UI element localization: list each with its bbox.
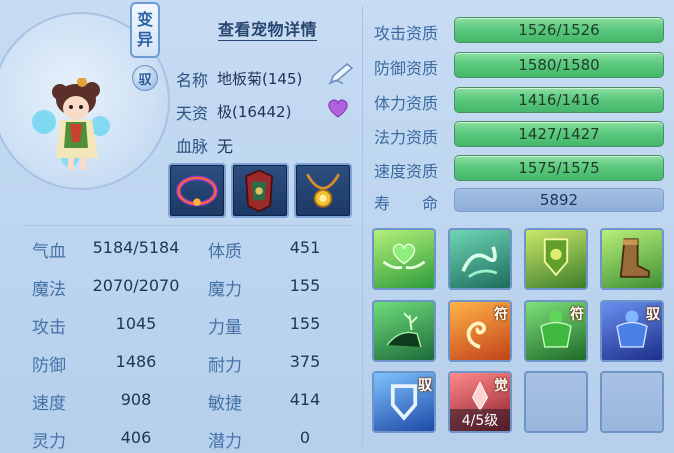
attack-aptitude-bar: 1526/1526 (454, 17, 664, 43)
pet-info-panel: 变 异 驭 查看宠物详情 名称 地板菊(145) 天资 极(16442) 血脉 … (0, 0, 674, 453)
stat-value: 0 (299, 428, 311, 447)
boot-icon (619, 238, 650, 278)
skill-tag: 驭 (418, 378, 432, 394)
view-pet-details-link[interactable]: 查看宠物详情 (218, 16, 318, 41)
skill-slot-1[interactable] (372, 228, 436, 290)
stat-value: 1045 (115, 314, 157, 333)
mutation-badge-char-1: 变 (136, 10, 153, 29)
skill-slot-5[interactable] (372, 300, 436, 362)
life-bar: 5892 (454, 188, 664, 212)
green-wind-icon (461, 246, 498, 278)
stat-label: 气血 (32, 242, 66, 262)
skill-slot-9[interactable]: 驭 (372, 371, 436, 433)
mutation-badge: 变 异 (130, 2, 160, 58)
name-label: 名称 (176, 71, 209, 90)
stat-label: 速度 (32, 394, 66, 414)
stamina-aptitude-bar: 1416/1416 (454, 87, 664, 113)
equipment-slots (168, 163, 352, 218)
heart-icon[interactable] (326, 97, 350, 119)
speed-aptitude-bar: 1575/1575 (454, 155, 664, 181)
stat-value: 375 (289, 352, 321, 371)
armor-icon (245, 169, 274, 213)
stat-value: 1486 (115, 352, 157, 371)
rename-pencil-icon[interactable] (327, 62, 355, 86)
ride-badge: 驭 (132, 65, 158, 91)
collar-icon (176, 175, 218, 207)
life-label: 寿 命 (374, 194, 439, 213)
talent-label: 天资 (176, 104, 209, 123)
empty-skill-slot[interactable] (524, 371, 588, 433)
magic-aptitude-label: 法力资质 (374, 128, 439, 147)
collar-item-slot[interactable] (168, 163, 226, 218)
horizontal-divider (22, 225, 352, 226)
speed-aptitude-label: 速度资质 (374, 162, 439, 181)
skill-tag: 觉 (494, 378, 508, 394)
stat-label: 防御 (32, 356, 66, 376)
deer-icon (386, 312, 422, 348)
bloodline-label: 血脉 (176, 137, 209, 156)
stat-value: 451 (289, 238, 321, 257)
vertical-divider (362, 6, 363, 446)
skill-level: 4/5级 (450, 409, 510, 431)
skill-tag: 驭 (646, 307, 660, 323)
skill-slot-4[interactable] (600, 228, 664, 290)
stat-label: 力量 (208, 318, 242, 338)
stat-value: 5184/5184 (92, 238, 180, 257)
stat-label: 魔力 (208, 280, 242, 300)
armor-item-slot[interactable] (231, 163, 289, 218)
magic-aptitude-bar: 1427/1427 (454, 121, 664, 147)
mutation-badge-char-2: 异 (136, 30, 153, 49)
stat-label: 敏捷 (208, 394, 242, 414)
stat-value: 908 (120, 390, 152, 409)
amulet-item-slot[interactable] (294, 163, 352, 218)
skill-slot-6[interactable]: 符 (448, 300, 512, 362)
talent-value: 极(16442) (217, 103, 292, 121)
stat-value: 2070/2070 (92, 276, 180, 295)
skill-tag: 符 (494, 307, 508, 323)
skill-slot-10[interactable]: 觉 4/5级 (448, 371, 512, 433)
stat-label: 耐力 (208, 356, 242, 376)
stat-value: 414 (289, 390, 321, 409)
stamina-aptitude-label: 体力资质 (374, 94, 439, 113)
empty-skill-slot[interactable] (600, 371, 664, 433)
heart-wings-icon (382, 243, 426, 270)
skill-slot-2[interactable] (448, 228, 512, 290)
attack-aptitude-label: 攻击资质 (374, 24, 439, 43)
skill-tag: 符 (570, 307, 584, 323)
stat-label: 魔法 (32, 280, 66, 300)
pet-figure-icon (32, 78, 110, 170)
defense-aptitude-bar: 1580/1580 (454, 52, 664, 78)
stat-value: 406 (120, 428, 152, 447)
stat-label: 潜力 (208, 432, 242, 452)
amulet-icon (306, 173, 340, 208)
skill-slot-7[interactable]: 符 (524, 300, 588, 362)
stat-label: 攻击 (32, 318, 66, 338)
stat-value: 155 (289, 314, 321, 333)
shield-emblem-icon (543, 238, 569, 277)
stat-label: 灵力 (32, 432, 66, 452)
defense-aptitude-label: 防御资质 (374, 59, 439, 78)
pet-name-value: 地板菊(145) (217, 70, 303, 88)
skill-slot-8[interactable]: 驭 (600, 300, 664, 362)
stat-label: 体质 (208, 242, 242, 262)
bloodline-value: 无 (217, 137, 234, 156)
skill-slot-3[interactable] (524, 228, 588, 290)
stat-value: 155 (289, 276, 321, 295)
